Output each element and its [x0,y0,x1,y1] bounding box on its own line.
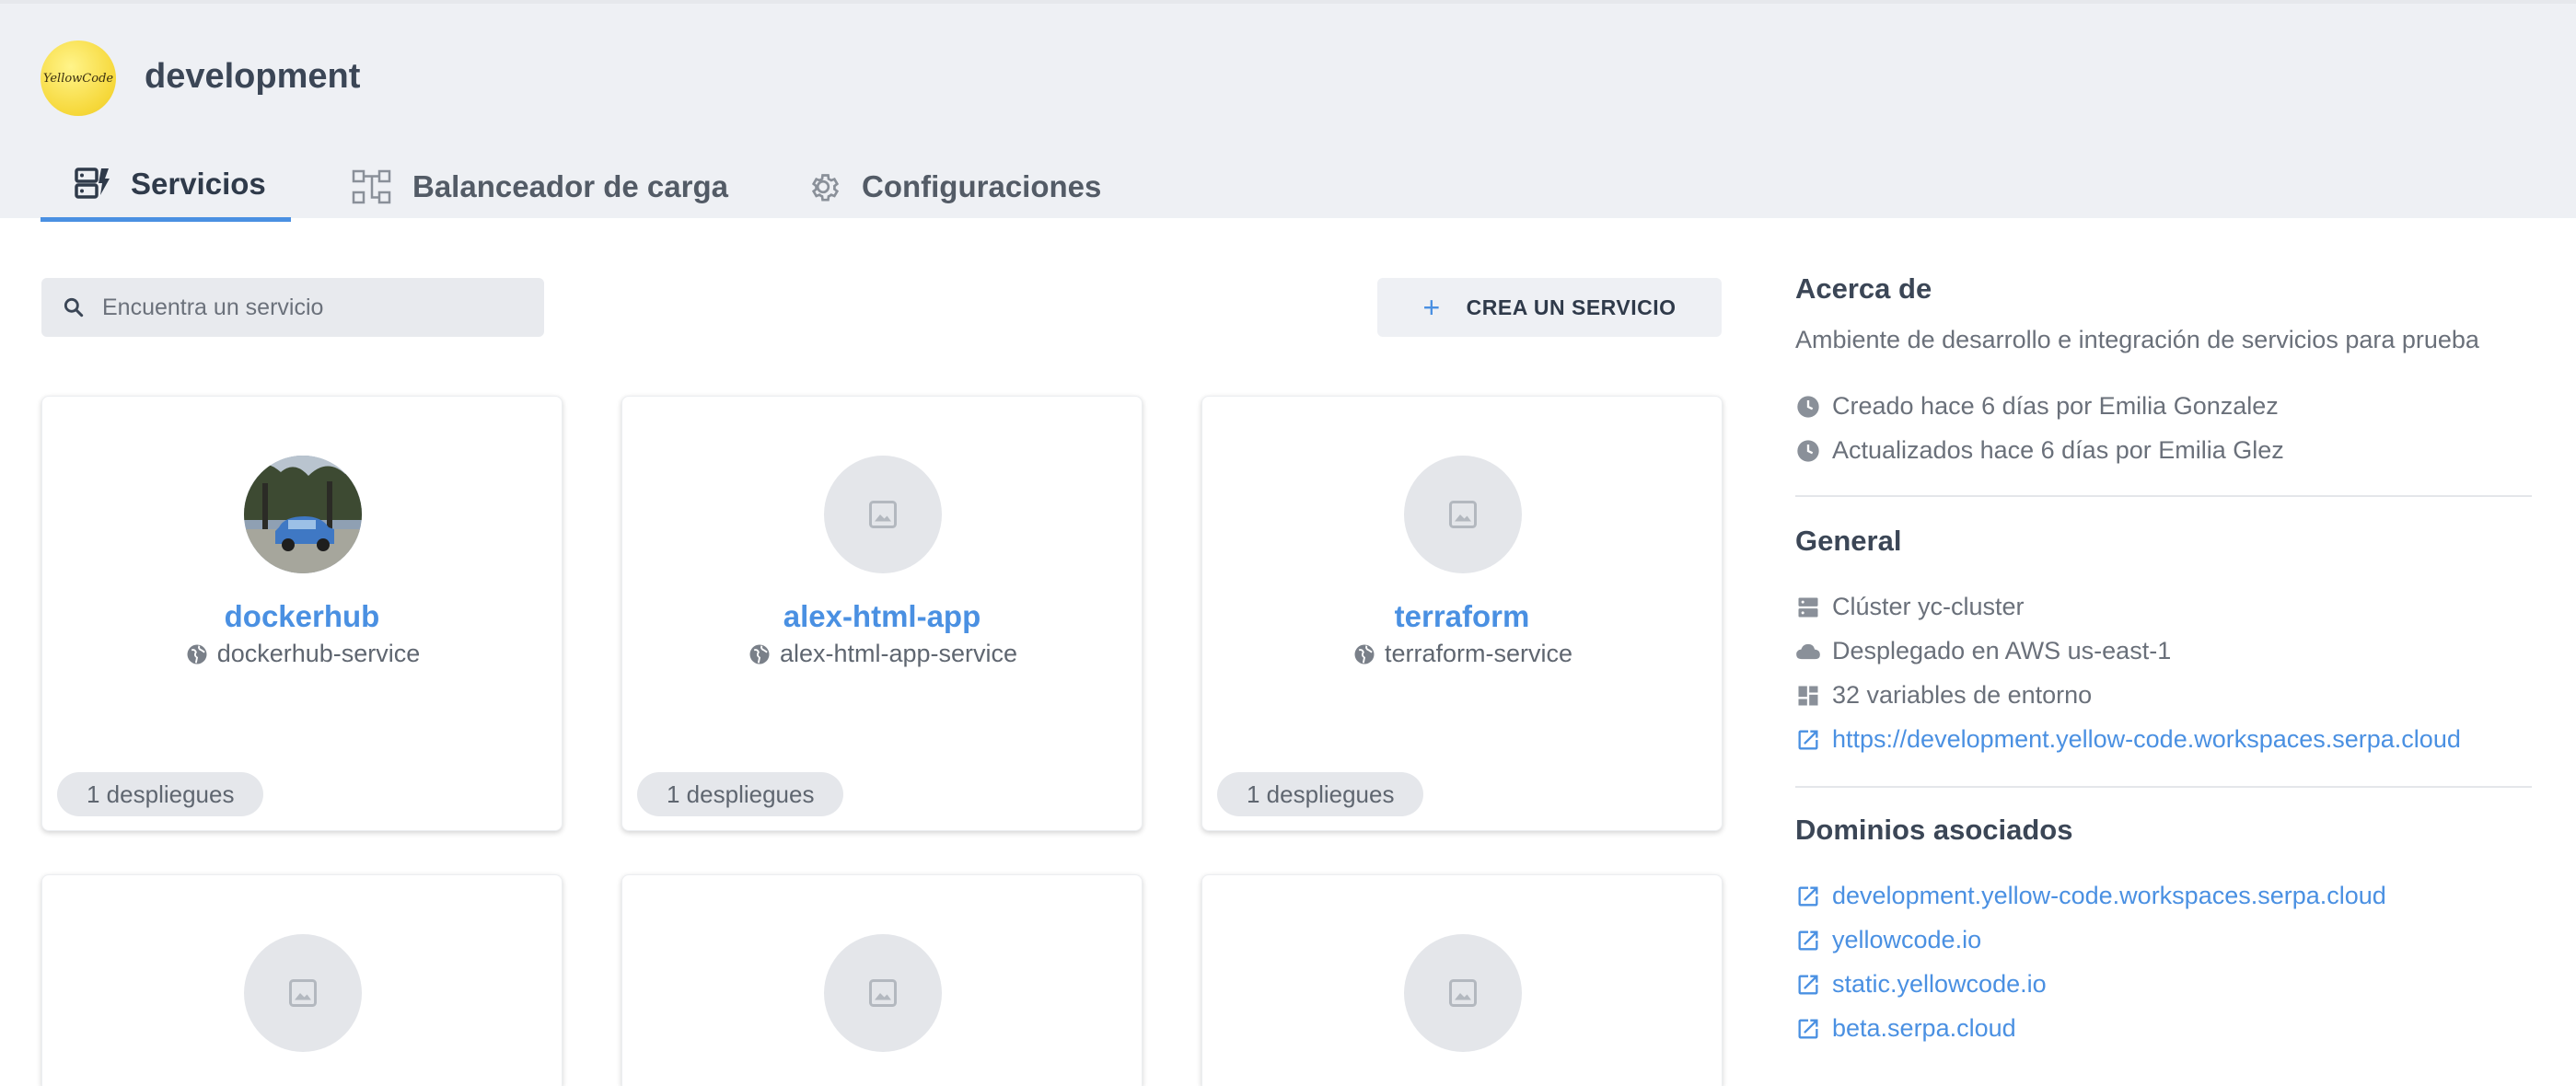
deploys-badge: 1 despliegues [637,772,844,816]
tab-configuraciones[interactable]: Configuraciones [805,151,1173,222]
general-heading: General [1795,525,1902,557]
globe-icon [749,644,770,664]
tab-balanceador[interactable]: Balanceador de carga [352,151,738,222]
load-balancer-icon [352,169,391,203]
server-icon [1798,597,1818,617]
deployed-info: Desplegado en AWS us-east-1 [1795,637,2171,665]
cluster-info: Clúster yc-cluster [1795,593,2025,621]
gear-icon [811,173,840,201]
cluster-label: Clúster yc-cluster [1832,593,2025,620]
logo-text: YellowCode [42,71,114,86]
image-placeholder-icon [824,934,942,1052]
tab-balanceador-label: Balanceador de carga [412,168,728,203]
workspace-url-label: https://development.yellow-code.workspac… [1832,725,2461,753]
plus-icon: + [1422,291,1441,324]
created-label: Creado hace 6 días por Emilia Gonzalez [1832,392,2279,420]
dashboard-icon [1798,686,1818,705]
service-card[interactable] [621,874,1143,1086]
service-endpoint: dockerhub-service [42,640,562,668]
service-name[interactable]: dockerhub [42,599,562,634]
external-link-icon [1798,730,1818,749]
created-info: Creado hace 6 días por Emilia Gonzalez [1795,392,2279,421]
external-link-icon [1798,886,1818,906]
clock-icon [1797,395,1819,418]
divider [1795,786,2532,788]
image-placeholder-icon [1404,456,1522,573]
domain-link[interactable]: yellowcode.io [1795,926,1981,954]
search-input[interactable] [102,294,507,321]
domain-label: development.yellow-code.workspaces.serpa… [1832,882,2386,909]
service-name[interactable]: terraform [1202,599,1722,634]
updated-label: Actualizados hace 6 días por Emilia Glez [1832,436,2284,464]
image-placeholder-icon [244,934,362,1052]
service-avatar-photo [244,456,362,573]
service-name[interactable]: alex-html-app [622,599,1142,634]
create-service-button[interactable]: + CREA UN SERVICIO [1377,278,1722,337]
tab-configuraciones-label: Configuraciones [862,168,1102,203]
deploys-badge: 1 despliegues [1217,772,1424,816]
domain-label: yellowcode.io [1832,926,1982,953]
domain-label: beta.serpa.cloud [1832,1014,2016,1042]
services-icon [75,168,110,199]
service-card-terraform[interactable]: terraform terraform-service 1 despliegue… [1201,396,1723,831]
service-endpoint-label: dockerhub-service [216,640,421,667]
domain-link[interactable]: static.yellowcode.io [1795,970,2047,999]
globe-icon [1354,644,1375,664]
env-vars-label: 32 variables de entorno [1832,681,2093,709]
external-link-icon [1798,1019,1818,1038]
project-logo: YellowCode [41,40,116,116]
workspace-url-link[interactable]: https://development.yellow-code.workspac… [1795,725,2461,754]
service-card[interactable] [1201,874,1723,1086]
domains-heading: Dominios asociados [1795,814,2073,846]
clock-icon [1797,439,1819,462]
service-endpoint-label: terraform-service [1384,640,1573,667]
about-heading: Acerca de [1795,272,1932,305]
external-link-icon [1798,975,1818,994]
domain-label: static.yellowcode.io [1832,970,2047,998]
service-endpoint-label: alex-html-app-service [779,640,1018,667]
external-link-icon [1798,930,1818,950]
domain-link[interactable]: beta.serpa.cloud [1795,1014,2016,1043]
search-icon [64,297,84,318]
deploys-badge: 1 despliegues [57,772,264,816]
service-endpoint: alex-html-app-service [622,640,1142,668]
domain-link[interactable]: development.yellow-code.workspaces.serpa… [1795,882,2386,910]
project-title: development [145,57,361,96]
env-vars-info: 32 variables de entorno [1795,681,2092,710]
updated-info: Actualizados hace 6 días por Emilia Glez [1795,436,2284,465]
service-card[interactable] [41,874,563,1086]
create-service-label: CREA UN SERVICIO [1466,295,1677,319]
globe-icon [187,644,207,664]
service-card-alex-html-app[interactable]: alex-html-app alex-html-app-service 1 de… [621,396,1143,831]
tab-servicios[interactable]: Servicios [41,151,291,222]
cloud-icon [1796,643,1820,659]
tab-servicios-label: Servicios [131,167,266,201]
divider [1795,495,2532,497]
about-description: Ambiente de desarrollo e integración de … [1795,326,2479,353]
project-header: YellowCode development Servicios Balance… [0,0,2576,222]
image-placeholder-icon [824,456,942,573]
image-placeholder-icon [1404,934,1522,1052]
search-box[interactable] [41,278,544,337]
service-endpoint: terraform-service [1202,640,1722,668]
service-card-dockerhub[interactable]: dockerhub dockerhub-service 1 despliegue… [41,396,563,831]
deployed-label: Desplegado en AWS us-east-1 [1832,637,2172,664]
